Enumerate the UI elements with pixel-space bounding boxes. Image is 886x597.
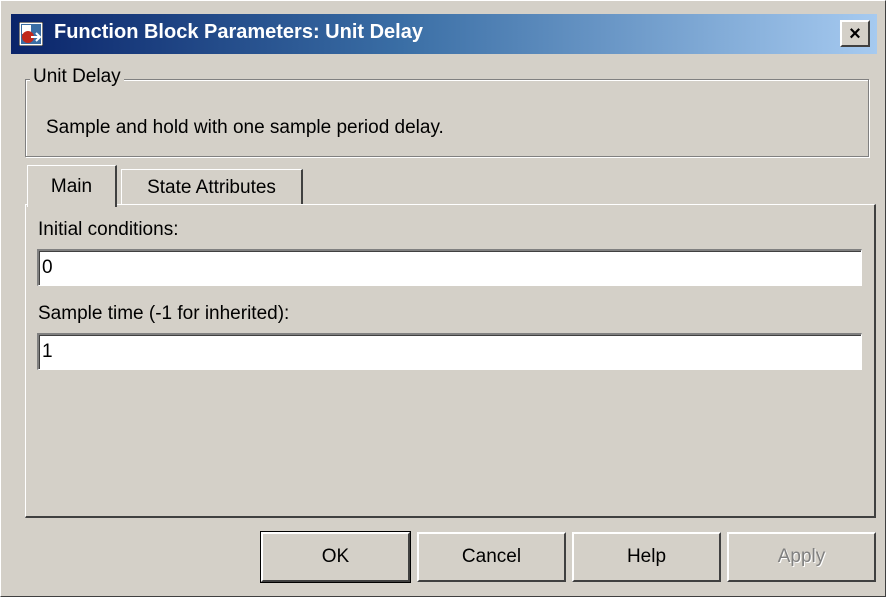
ok-button-label: OK (321, 546, 350, 567)
group-legend: Unit Delay (30, 66, 124, 88)
close-icon: × (849, 22, 861, 45)
ok-button[interactable]: OK (260, 531, 411, 583)
sample-time-input[interactable] (37, 333, 862, 370)
apply-button[interactable]: Apply (727, 532, 876, 582)
tab-state-attributes-label: State Attributes (147, 176, 276, 198)
sample-time-label: Sample time (-1 for inherited): (38, 303, 290, 324)
close-button[interactable]: × (840, 20, 870, 47)
apply-button-label: Apply (777, 546, 826, 567)
tab-state-attributes[interactable]: State Attributes (121, 169, 303, 205)
initial-conditions-input[interactable] (37, 249, 862, 286)
title-bar[interactable]: Function Block Parameters: Unit Delay × (11, 14, 877, 54)
help-button-label: Help (626, 546, 667, 567)
initial-conditions-label: Initial conditions: (38, 219, 179, 240)
block-description: Sample and hold with one sample period d… (46, 117, 444, 138)
window-title: Function Block Parameters: Unit Delay (54, 21, 423, 43)
cancel-button[interactable]: Cancel (417, 532, 566, 582)
tab-main[interactable]: Main (27, 165, 117, 207)
tab-main-label: Main (50, 175, 93, 197)
simulink-block-icon (18, 21, 44, 47)
cancel-button-label: Cancel (461, 546, 522, 567)
help-button[interactable]: Help (572, 532, 721, 582)
dialog-window: Function Block Parameters: Unit Delay × … (0, 0, 886, 597)
